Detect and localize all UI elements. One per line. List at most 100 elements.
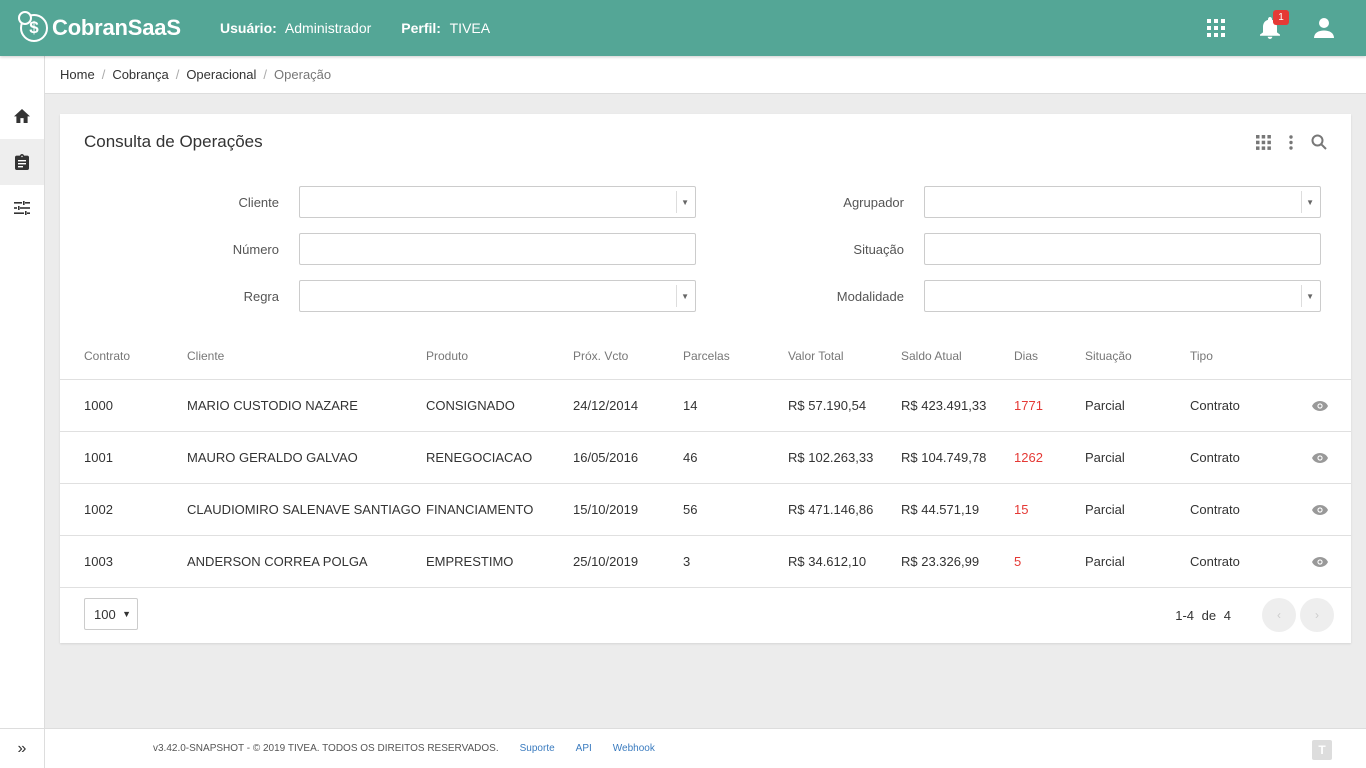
breadcrumb-operacional[interactable]: Operacional xyxy=(186,67,256,82)
cell-valor: R$ 34.612,10 xyxy=(788,554,867,569)
situacao-input[interactable] xyxy=(924,233,1321,265)
home-icon[interactable] xyxy=(0,93,44,139)
column-header-parcelas[interactable]: Parcelas xyxy=(683,349,730,363)
cell-tipo: Contrato xyxy=(1190,450,1240,465)
cell-produto: EMPRESTIMO xyxy=(426,554,514,569)
agrupador-select[interactable]: ▼ xyxy=(924,186,1321,218)
cell-valor: R$ 57.190,54 xyxy=(788,398,867,413)
cell-situacao: Parcial xyxy=(1085,554,1125,569)
agrupador-label: Agrupador xyxy=(843,194,904,210)
column-header-saldo[interactable]: Saldo Atual xyxy=(901,349,962,363)
cell-situacao: Parcial xyxy=(1085,502,1125,517)
cell-saldo: R$ 44.571,19 xyxy=(901,502,980,517)
eye-icon[interactable] xyxy=(1310,502,1330,518)
eye-icon[interactable] xyxy=(1310,554,1330,570)
cell-valor: R$ 471.146,86 xyxy=(788,502,874,517)
cell-cliente: ANDERSON CORREA POLGA xyxy=(187,554,368,569)
cliente-label: Cliente xyxy=(238,194,279,210)
breadcrumb: Home / Cobrança / Operacional / Operação xyxy=(45,56,1366,94)
regra-label: Regra xyxy=(243,288,279,304)
cell-tipo: Contrato xyxy=(1190,502,1240,517)
per-page-select[interactable]: 100 ▼ xyxy=(84,598,138,630)
clipboard-icon[interactable] xyxy=(0,139,44,185)
operations-card: Consulta de Operações Cliente ▼ Número R… xyxy=(60,114,1351,643)
breadcrumb-separator: / xyxy=(263,67,268,82)
column-header-dias[interactable]: Dias xyxy=(1014,349,1038,363)
cell-saldo: R$ 423.491,33 xyxy=(901,398,987,413)
breadcrumb-separator: / xyxy=(101,67,106,82)
table-row[interactable]: 1001 MAURO GERALDO GALVAO RENEGOCIACAO 1… xyxy=(60,432,1351,484)
footer-link-suporte[interactable]: Suporte xyxy=(520,743,555,754)
breadcrumb-operacao: Operação xyxy=(274,67,332,82)
double-chevron-right-icon[interactable]: » xyxy=(0,728,44,768)
cell-vcto: 15/10/2019 xyxy=(573,502,639,517)
footer-link-webhook[interactable]: Webhook xyxy=(613,743,655,754)
cell-tipo: Contrato xyxy=(1190,398,1240,413)
app-logo[interactable]: $ CobranSaaS xyxy=(18,11,220,42)
cell-contrato: 1003 xyxy=(84,554,113,569)
next-page-button[interactable]: › xyxy=(1300,598,1334,632)
chevron-down-icon: ▼ xyxy=(681,198,689,207)
copyright-text: v3.42.0-SNAPSHOT - © 2019 TIVEA. TODOS O… xyxy=(153,743,499,754)
modalidade-label: Modalidade xyxy=(836,288,904,304)
breadcrumb-cobranca[interactable]: Cobrança xyxy=(112,67,168,82)
chevron-down-icon: ▼ xyxy=(681,292,689,301)
profile-value: TIVEA xyxy=(449,20,491,36)
column-header-cliente[interactable]: Cliente xyxy=(187,349,224,363)
cell-contrato: 1001 xyxy=(84,450,113,465)
numero-label: Número xyxy=(232,241,279,257)
cell-situacao: Parcial xyxy=(1085,398,1125,413)
logo-dollar-icon: $ xyxy=(18,11,48,42)
tune-icon[interactable] xyxy=(0,185,44,231)
cell-parcelas: 56 xyxy=(683,502,698,517)
column-header-valor[interactable]: Valor Total xyxy=(788,349,844,363)
eye-icon[interactable] xyxy=(1310,398,1330,414)
grid-icon[interactable] xyxy=(1253,132,1273,152)
column-header-contrato[interactable]: Contrato xyxy=(84,349,130,363)
cell-contrato: 1002 xyxy=(84,502,113,517)
cell-produto: RENEGOCIACAO xyxy=(426,450,533,465)
cell-cliente: CLAUDIOMIRO SALENAVE SANTIAGO xyxy=(187,502,421,517)
table-row[interactable]: 1000 MARIO CUSTODIO NAZARE CONSIGNADO 24… xyxy=(60,380,1351,432)
column-header-situacao[interactable]: Situação xyxy=(1085,349,1132,363)
breadcrumb-home[interactable]: Home xyxy=(60,67,95,82)
cell-parcelas: 14 xyxy=(683,398,698,413)
user-info: Usuário: Administrador Perfil: TIVEA xyxy=(220,20,520,36)
cell-parcelas: 3 xyxy=(683,554,691,569)
cell-vcto: 16/05/2016 xyxy=(573,450,639,465)
notification-badge: 1 xyxy=(1273,10,1289,25)
cell-valor: R$ 102.263,33 xyxy=(788,450,874,465)
cell-dias: 1771 xyxy=(1014,398,1043,413)
numero-input[interactable] xyxy=(299,233,696,265)
user-label: Usuário: xyxy=(220,20,277,36)
more-vert-icon[interactable] xyxy=(1281,132,1301,152)
cell-dias: 5 xyxy=(1014,554,1022,569)
regra-select[interactable]: ▼ xyxy=(299,280,696,312)
apps-grid-icon[interactable] xyxy=(1204,16,1228,40)
cell-parcelas: 46 xyxy=(683,450,698,465)
footer-link-api[interactable]: API xyxy=(576,743,592,754)
account-icon[interactable] xyxy=(1312,16,1336,40)
pagination-info: 1-4 de 4 xyxy=(1175,608,1231,623)
table-header: Contrato Cliente Produto Próx. Vcto Parc… xyxy=(60,332,1351,380)
cliente-select[interactable]: ▼ xyxy=(299,186,696,218)
notifications-icon[interactable]: 1 xyxy=(1258,10,1289,40)
table-row[interactable]: 1003 ANDERSON CORREA POLGA EMPRESTIMO 25… xyxy=(60,536,1351,588)
column-header-produto[interactable]: Produto xyxy=(426,349,468,363)
column-header-tipo[interactable]: Tipo xyxy=(1190,349,1213,363)
eye-icon[interactable] xyxy=(1310,450,1330,466)
breadcrumb-separator: / xyxy=(175,67,180,82)
column-header-vcto[interactable]: Próx. Vcto xyxy=(573,349,628,363)
cell-produto: FINANCIAMENTO xyxy=(426,502,534,517)
cell-cliente: MAURO GERALDO GALVAO xyxy=(187,450,358,465)
cell-tipo: Contrato xyxy=(1190,554,1240,569)
pagination-of: de xyxy=(1201,608,1217,623)
cell-produto: CONSIGNADO xyxy=(426,398,515,413)
modalidade-select[interactable]: ▼ xyxy=(924,280,1321,312)
search-icon[interactable] xyxy=(1309,132,1329,152)
table-row[interactable]: 1002 CLAUDIOMIRO SALENAVE SANTIAGO FINAN… xyxy=(60,484,1351,536)
cell-dias: 15 xyxy=(1014,502,1029,517)
chevron-down-icon: ▼ xyxy=(122,609,131,619)
prev-page-button[interactable]: ‹ xyxy=(1262,598,1296,632)
page-footer: v3.42.0-SNAPSHOT - © 2019 TIVEA. TODOS O… xyxy=(45,728,1366,768)
